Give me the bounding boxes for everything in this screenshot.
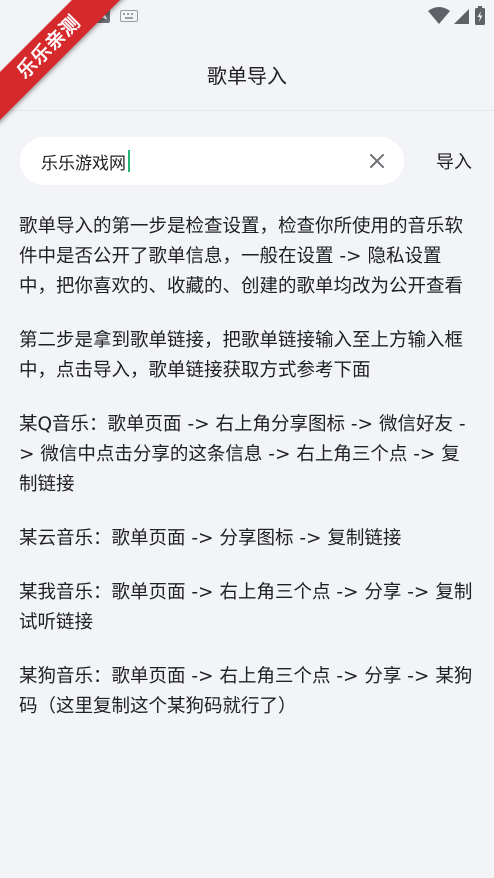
- search-input-text[interactable]: 乐乐游戏网: [41, 148, 130, 174]
- instruction-step-1: 歌单导入的第一步是检查设置，检查你所使用的音乐软件中是否公开了歌单信息，一般在设…: [19, 216, 464, 297]
- keyboard-icon: [120, 10, 138, 22]
- battery-charging-icon: [475, 6, 485, 25]
- instruction-qq-music: 某Q音乐：歌单页面 -> 右上角分享图标 -> 微信好友 -> 微信中点击分享的…: [19, 414, 466, 495]
- page-title: 歌单导入: [207, 64, 287, 88]
- search-input-value: 乐乐游戏网: [41, 153, 126, 174]
- import-button[interactable]: 导入: [436, 148, 472, 174]
- wifi-icon: [428, 7, 450, 24]
- clear-icon[interactable]: [368, 152, 386, 170]
- instruction-step-2: 第二步是拿到歌单链接，把歌单链接输入至上方输入框中，点击导入，歌单链接获取方式参…: [19, 330, 464, 381]
- status-icons-right: [428, 6, 486, 26]
- search-row: 乐乐游戏网 导入: [20, 137, 474, 185]
- instructions: 歌单导入的第一步是检查设置，检查你所使用的音乐软件中是否公开了歌单信息，一般在设…: [19, 212, 475, 746]
- instruction-kuwo-music: 某我音乐：歌单页面 -> 右上角三个点 -> 分享 -> 复制试听链接: [19, 582, 473, 633]
- instruction-netease-music: 某云音乐：歌单页面 -> 分享图标 -> 复制链接: [19, 528, 402, 549]
- playlist-link-input[interactable]: 乐乐游戏网: [20, 137, 404, 185]
- instruction-kugou-music: 某狗音乐：歌单页面 -> 右上角三个点 -> 分享 -> 某狗码（这里复制这个某…: [19, 666, 473, 717]
- text-caret: [128, 150, 130, 172]
- signal-icon: [454, 9, 469, 24]
